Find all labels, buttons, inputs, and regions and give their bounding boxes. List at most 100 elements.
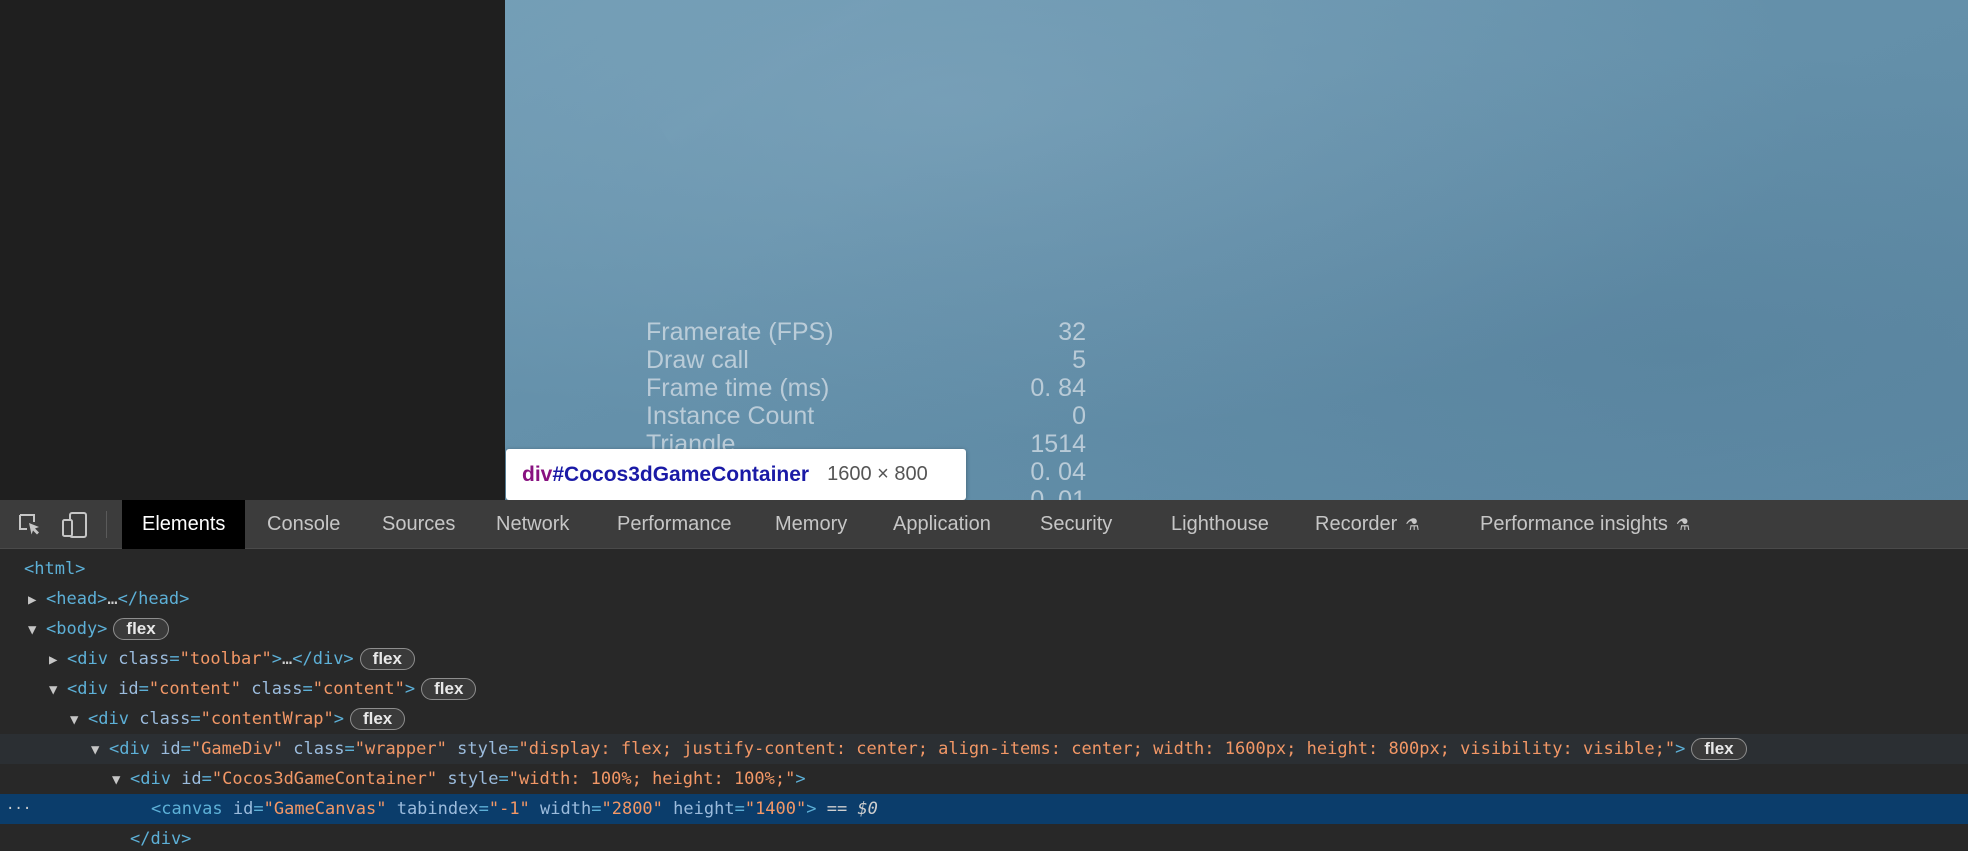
viewport-left-empty: [0, 0, 505, 500]
attr-value: "1400": [744, 799, 807, 819]
collapse-arrow-icon[interactable]: ▼: [28, 615, 46, 645]
tab-performance-insights[interactable]: Performance insights ⚗: [1480, 500, 1690, 549]
attr-name: id: [160, 739, 181, 759]
tab-performance-insights-label: Performance insights: [1480, 513, 1668, 535]
flex-badge[interactable]: flex: [1691, 738, 1747, 760]
collapsed-ellipsis: …: [107, 589, 118, 609]
toolbar-divider: [106, 511, 107, 538]
inspect-element-tooltip: div #Cocos3dGameContainer 1600 × 800: [506, 449, 966, 500]
attr-value: "-1": [488, 799, 530, 819]
dom-node-toolbar[interactable]: ▶ <div class="toolbar">…</div> flex: [0, 644, 1968, 674]
dom-node-gamediv[interactable]: ▼ <div id="GameDiv" class="wrapper" style…: [0, 734, 1968, 764]
attr-name: width: [540, 799, 592, 819]
tag-bracket: >: [333, 709, 344, 729]
attr-name: style: [457, 739, 509, 759]
tag-close: </div>: [292, 649, 354, 669]
tab-security[interactable]: Security: [1040, 500, 1112, 549]
attr-value: "display: flex; justify-content: center;…: [518, 739, 1676, 759]
attr-name: height: [673, 799, 735, 819]
tab-elements[interactable]: Elements: [122, 500, 246, 549]
tag-bracket: >: [795, 769, 806, 789]
attr-name: class: [118, 649, 170, 669]
dom-node-gamecanvas-selected[interactable]: ··· <canvas id="GameCanvas" tabindex="-1…: [0, 794, 1968, 824]
stat-row: Frame time (ms) 0. 84: [646, 374, 1086, 402]
collapse-arrow-icon[interactable]: ▼: [91, 735, 109, 765]
tag-head-close: </head>: [117, 589, 190, 609]
attr-value: "content": [148, 679, 242, 699]
tab-console[interactable]: Console: [267, 500, 340, 549]
flex-badge[interactable]: flex: [421, 678, 477, 700]
collapsed-ellipsis: …: [282, 649, 293, 669]
devtools-panel: Elements Console Sources Network Perform…: [0, 500, 1968, 851]
devtools-tabbar: Elements Console Sources Network Perform…: [0, 500, 1968, 549]
expand-arrow-icon[interactable]: ▶: [49, 645, 67, 675]
tag-body: <body>: [46, 619, 108, 639]
dom-node-contentwrap[interactable]: ▼ <div class="contentWrap"> flex: [0, 704, 1968, 734]
tag-bracket: >: [404, 679, 416, 699]
attr-name: tabindex: [396, 799, 479, 819]
tooltip-size: 1600 × 800: [827, 463, 928, 485]
stat-row: Draw call 5: [646, 346, 1086, 374]
collapse-arrow-icon[interactable]: ▼: [49, 675, 67, 705]
background-streak: [505, 0, 1121, 19]
collapse-arrow-icon[interactable]: ▼: [112, 765, 130, 795]
dom-node-content[interactable]: ▼ <div id="content" class="content"> flex: [0, 674, 1968, 704]
attr-value: "GameCanvas": [263, 799, 387, 819]
flex-badge[interactable]: flex: [349, 708, 406, 730]
stat-label: Framerate (FPS): [646, 318, 834, 346]
stat-row: Framerate (FPS) 32: [646, 318, 1086, 346]
attr-name: class: [251, 679, 303, 699]
tab-network[interactable]: Network: [496, 500, 569, 549]
stat-value: 1514: [1030, 430, 1086, 458]
stat-value: 0: [1072, 402, 1086, 430]
dom-node-cocos-container[interactable]: ▼ <div id="Cocos3dGameContainer" style="w…: [0, 764, 1968, 794]
attr-value: "content": [312, 679, 405, 699]
tooltip-tag: div: [522, 462, 553, 486]
tab-application[interactable]: Application: [893, 500, 991, 549]
collapse-arrow-icon[interactable]: ▼: [70, 705, 88, 735]
dom-node-close-div[interactable]: </div>: [0, 824, 1968, 851]
experiment-flask-icon: ⚗: [1405, 517, 1420, 534]
tab-performance[interactable]: Performance: [617, 500, 732, 549]
selected-node-marker: == $0: [816, 799, 878, 819]
dom-node-head[interactable]: ▶ <head>…</head>: [0, 584, 1968, 614]
attr-value: "Cocos3dGameContainer": [211, 769, 438, 789]
stat-value: 0. 84: [1030, 374, 1086, 402]
tag-bracket: >: [271, 649, 282, 669]
stat-label: Draw call: [646, 346, 749, 374]
select-element-icon[interactable]: [15, 510, 45, 540]
attr-name: id: [232, 799, 254, 819]
tag-open: <div: [130, 769, 182, 789]
game-canvas[interactable]: Framerate (FPS) 32 Draw call 5 Frame tim…: [505, 0, 1968, 500]
background-streak: [655, 0, 1113, 154]
tab-memory[interactable]: Memory: [775, 500, 847, 549]
tag-open: <div: [67, 649, 119, 669]
attr-value: "toolbar": [179, 649, 272, 669]
stat-value: 32: [1058, 318, 1086, 346]
attr-value: "GameDiv": [190, 739, 284, 759]
flex-badge[interactable]: flex: [359, 648, 415, 670]
tab-recorder[interactable]: Recorder ⚗: [1315, 500, 1420, 549]
tag-bracket: >: [806, 799, 817, 819]
dom-node-body[interactable]: ▼ <body> flex: [0, 614, 1968, 644]
tag-html: <html>: [24, 559, 86, 579]
tag-close: </div>: [130, 829, 192, 849]
tag-open: <div: [67, 679, 119, 699]
attr-value: "width: 100%; height: 100%;": [508, 769, 796, 789]
attr-value: "contentWrap": [200, 709, 334, 729]
tag-open: <canvas: [151, 799, 233, 819]
more-options-icon[interactable]: ···: [6, 794, 31, 824]
dom-tree: <html> ▶ <head>…</head> ▼ <body> flex ▶ <div…: [0, 550, 1968, 851]
device-toolbar-icon[interactable]: [60, 510, 90, 540]
tag-head-open: <head>: [46, 589, 108, 609]
stat-row: Instance Count 0: [646, 402, 1086, 430]
attr-value: "2800": [601, 799, 663, 819]
tab-sources[interactable]: Sources: [382, 500, 455, 549]
tag-open: <div: [88, 709, 140, 729]
tab-lighthouse[interactable]: Lighthouse: [1171, 500, 1269, 549]
expand-arrow-icon[interactable]: ▶: [28, 585, 46, 615]
dom-node-html[interactable]: <html>: [0, 554, 1968, 584]
flex-badge[interactable]: flex: [113, 618, 169, 640]
attr-name: class: [293, 739, 345, 759]
attr-value: "wrapper": [354, 739, 447, 759]
